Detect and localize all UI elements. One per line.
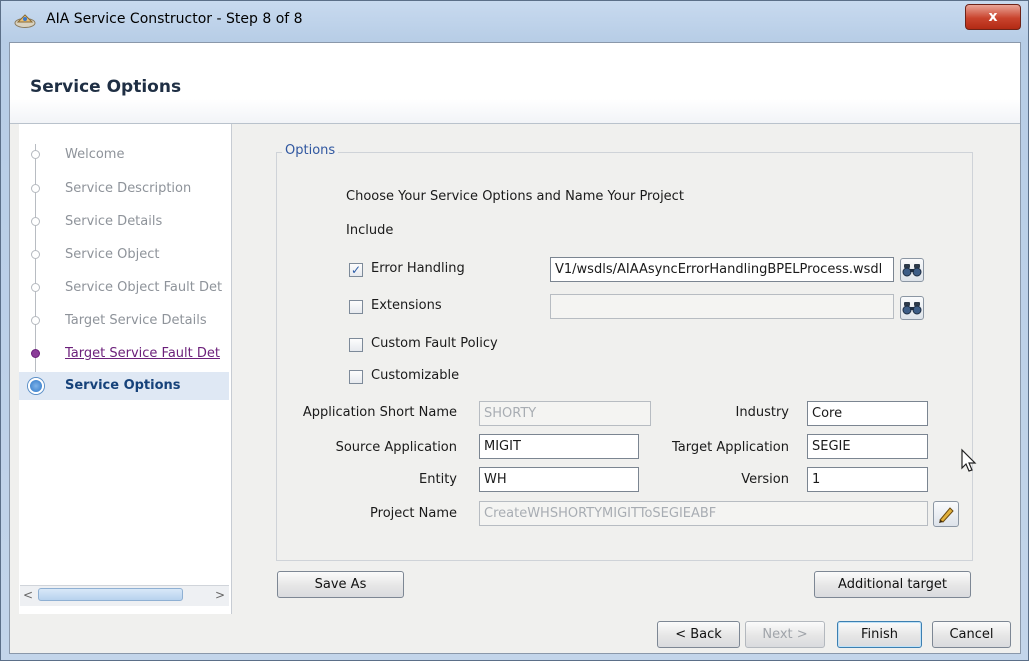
error-handling-label: Error Handling [371,261,465,276]
edit-project-name-button[interactable] [933,501,959,527]
options-legend: Options [282,143,339,158]
version-field[interactable]: 1 [807,467,928,492]
version-label: Version [741,472,789,487]
back-button[interactable]: < Back [657,621,740,648]
save-as-button[interactable]: Save As [277,571,404,598]
error-handling-checkbox[interactable]: ✓ [349,263,363,277]
close-button[interactable]: x [965,4,1021,30]
extensions-checkbox[interactable] [349,300,363,314]
step-dot-icon [31,250,40,259]
step-welcome[interactable]: Welcome [19,141,229,169]
step-dot-icon [31,316,40,325]
step-current-icon [28,378,44,394]
step-dot-icon [31,349,40,358]
wizard-steps-panel: Welcome Service Description Service Deta… [19,124,232,614]
step-service-object[interactable]: Service Object [19,241,229,269]
step-target-service-details[interactable]: Target Service Details [19,307,229,335]
step-service-options[interactable]: Service Options [19,372,229,400]
app-short-name-label: Application Short Name [302,405,457,420]
step-label: Target Service Details [65,313,207,328]
pencil-icon [939,507,954,523]
source-application-label: Source Application [335,440,457,455]
custom-fault-policy-checkbox[interactable] [349,338,363,352]
step-service-object-fault[interactable]: Service Object Fault Det [19,274,229,302]
entity-field[interactable]: WH [479,467,639,492]
error-handling-path-field[interactable]: V1/wsdls/AIAAsyncErrorHandlingBPELProces… [550,257,894,282]
mouse-cursor-icon [961,448,977,472]
step-label: Target Service Fault Det [65,346,220,361]
target-application-field[interactable]: SEGIE [807,434,928,459]
project-name-field[interactable]: CreateWHSHORTYMIGITToSEGIEABF [479,501,928,526]
app-icon [14,14,36,28]
step-dot-icon [31,217,40,226]
custom-fault-policy-label: Custom Fault Policy [371,336,498,351]
step-dot-icon [31,283,40,292]
step-label: Service Object Fault Det [65,280,223,295]
step-label: Service Object [65,247,160,262]
next-button[interactable]: Next > [745,621,825,648]
customizable-label: Customizable [371,368,460,383]
title-bar[interactable]: AIA Service Constructor - Step 8 of 8 [0,0,1029,44]
additional-target-button[interactable]: Additional target [814,571,971,598]
source-application-field[interactable]: MIGIT [479,434,639,459]
project-name-label: Project Name [370,506,457,521]
include-label: Include [346,223,394,238]
browse-extensions-button[interactable] [900,296,924,320]
step-label: Service Options [65,378,181,393]
step-service-description[interactable]: Service Description [19,175,229,203]
binoculars-icon [902,264,922,277]
step-dot-icon [31,184,40,193]
entity-label: Entity [419,472,457,487]
industry-field[interactable]: Core [807,401,928,426]
step-label: Welcome [65,147,125,162]
options-intro-text: Choose Your Service Options and Name You… [346,189,684,204]
step-label: Service Description [65,181,192,196]
step-label: Service Details [65,214,163,229]
step-service-details[interactable]: Service Details [19,208,229,236]
window-title: AIA Service Constructor - Step 8 of 8 [46,11,303,27]
scrollbar-thumb[interactable] [38,588,183,601]
step-target-service-fault[interactable]: Target Service Fault Det [19,340,229,368]
step-dot-icon [31,150,40,159]
customizable-checkbox[interactable] [349,370,363,384]
browse-error-handling-button[interactable] [900,258,924,282]
options-group [276,152,973,561]
cancel-button[interactable]: Cancel [932,621,1011,648]
industry-label: Industry [735,405,789,420]
app-short-name-field[interactable]: SHORTY [479,401,651,426]
scroll-left-icon[interactable]: < [20,585,36,605]
binoculars-icon [902,302,922,315]
page-title: Service Options [30,77,182,97]
extensions-path-field[interactable] [550,294,894,319]
finish-button[interactable]: Finish [837,621,922,648]
target-application-label: Target Application [672,440,789,455]
extensions-label: Extensions [371,298,442,313]
scroll-right-icon[interactable]: > [212,585,228,605]
